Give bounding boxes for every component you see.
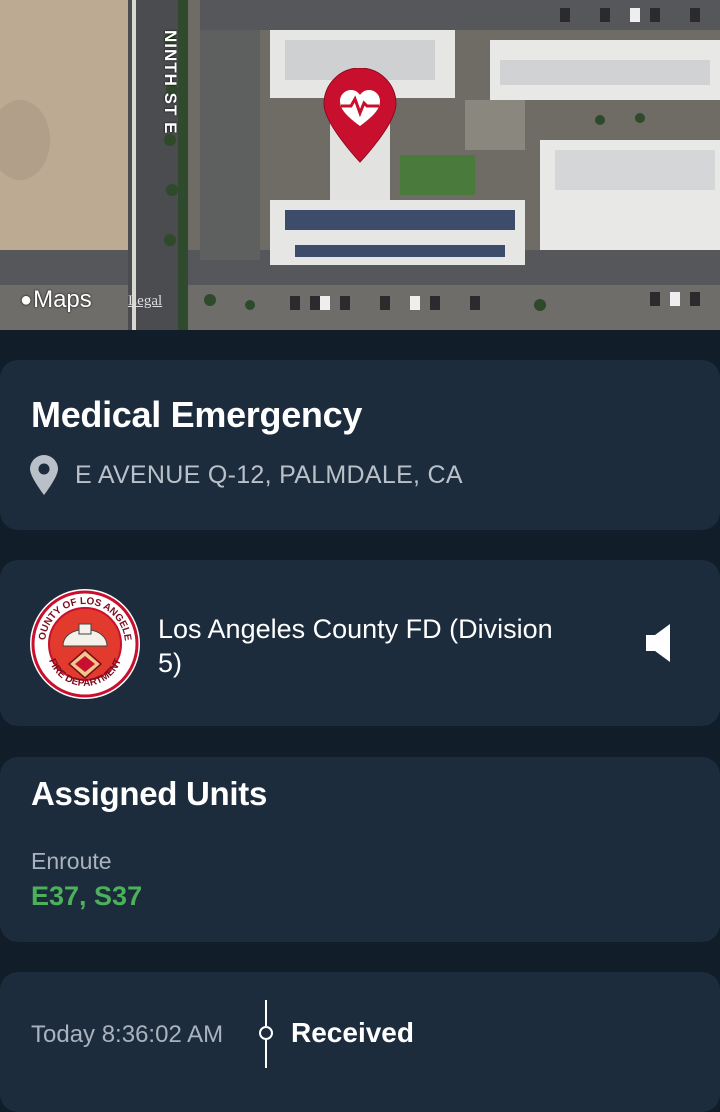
- fire-department-seal: COUNTY OF LOS ANGELES FIRE DEPARTMENT: [25, 580, 140, 699]
- incident-title: Medical Emergency: [31, 394, 363, 435]
- map-marker[interactable]: [320, 67, 400, 164]
- assigned-units-card: Assigned Units Enroute E37, S37: [0, 757, 720, 942]
- incident-address: E AVENUE Q-12, PALMDALE, CA: [75, 460, 463, 489]
- units-list[interactable]: E37, S37: [31, 881, 142, 912]
- location-pin-icon: [30, 455, 58, 495]
- timeline-time: Today 8:36:02 AM: [31, 1021, 224, 1048]
- agency-name: Los Angeles County FD (Division 5): [158, 614, 553, 678]
- speaker-button[interactable]: [640, 622, 680, 664]
- agency-card: COUNTY OF LOS ANGELES FIRE DEPARTMENT Lo…: [0, 560, 720, 726]
- map-view[interactable]: NINTH ST E ● Maps Legal: [0, 0, 720, 330]
- heart-pulse-icon: [323, 67, 397, 163]
- speaker-icon: [646, 624, 670, 662]
- units-heading: Assigned Units: [31, 775, 268, 812]
- incident-card: Medical Emergency E AVENUE Q-12, PALMDAL…: [0, 360, 720, 530]
- timeline-card: Today 8:36:02 AM Received: [0, 972, 720, 1112]
- satellite-map: [0, 0, 720, 330]
- units-status-label: Enroute: [31, 848, 112, 874]
- maps-brand: ● Maps: [20, 286, 92, 314]
- apple-icon: ●: [20, 288, 33, 311]
- maps-brand-label: Maps: [33, 286, 92, 313]
- timeline-event: Received: [291, 1017, 414, 1048]
- timeline-node-icon: [259, 1000, 273, 1068]
- agency-logo: COUNTY OF LOS ANGELES FIRE DEPARTMENT: [25, 580, 141, 700]
- legal-link[interactable]: Legal: [128, 293, 162, 310]
- incident-address-row[interactable]: E AVENUE Q-12, PALMDALE, CA: [28, 454, 463, 496]
- street-label: NINTH ST E: [161, 30, 180, 135]
